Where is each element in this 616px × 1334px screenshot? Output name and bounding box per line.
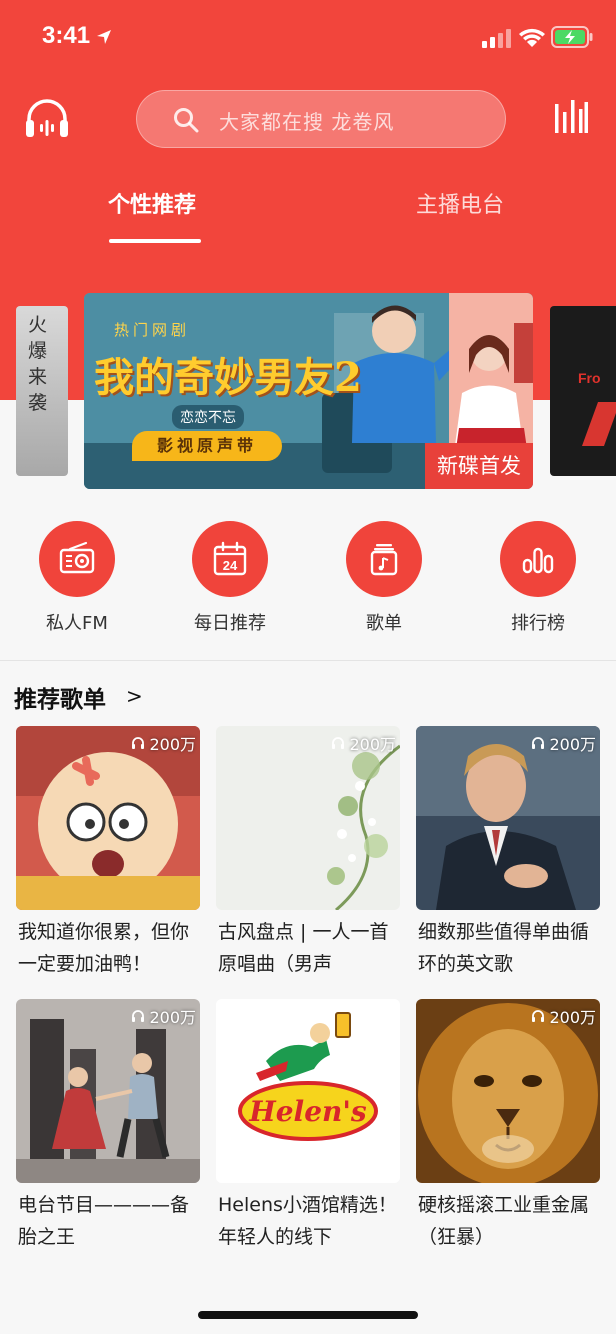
quick-entry-daily[interactable]: 24 每日推荐: [170, 521, 290, 637]
tab-recommend[interactable]: 个性推荐: [108, 187, 196, 219]
helens-logo-text: Helen's: [248, 1095, 367, 1128]
banner-next-slide[interactable]: Fro: [550, 306, 616, 476]
playlist-title: 细数那些值得单曲循环的英文歌: [418, 921, 590, 975]
playlist-card[interactable]: 200万 电台节目————备胎之王: [16, 999, 200, 1261]
search-bar[interactable]: 大家都在搜 龙卷风: [136, 90, 506, 148]
playlist-cover: 200万: [16, 999, 200, 1183]
banner-title: 我的奇妙男友2: [94, 354, 362, 401]
status-bar: 3:41: [0, 0, 616, 76]
play-count-text: 200万: [149, 735, 196, 754]
playlist-cover: Helen's: [216, 999, 400, 1183]
quick-entry-circle: [39, 521, 115, 597]
playlist-title: 我知道你很累，但你一定要加油鸭！: [18, 921, 190, 975]
playlist-title: Helens小酒馆精选！年轻人的线下: [218, 1194, 397, 1248]
cellular-signal-icon: [482, 29, 511, 48]
banner-next-accent: [581, 402, 616, 446]
play-count: 200万: [531, 732, 596, 754]
play-count: 200万: [531, 1005, 596, 1027]
play-count: 200万: [131, 732, 196, 754]
section-title[interactable]: 推荐歌单: [14, 680, 106, 714]
play-count: 200万: [331, 732, 396, 754]
quick-entry-circle: [500, 521, 576, 597]
headphone-small-icon: [132, 737, 145, 749]
banner-previous-text: 火爆来袭: [28, 314, 48, 414]
playlist-cover: 200万: [416, 999, 600, 1183]
section-more-arrow[interactable]: >: [126, 684, 143, 708]
headphone-small-icon: [532, 1010, 545, 1022]
playlist-card[interactable]: 200万 古风盘点 | 一人一首原唱曲（男声: [216, 726, 400, 988]
chart-icon: [522, 547, 554, 574]
banner-next-text: Fro: [578, 370, 601, 386]
playlist-title: 硬核摇滚工业重金属（狂暴）: [418, 1194, 590, 1248]
headphone-small-icon: [132, 1010, 145, 1022]
quick-entry-charts[interactable]: 排行榜: [478, 521, 598, 637]
headphone-small-icon: [532, 737, 545, 749]
playlist-cover: 200万: [16, 726, 200, 910]
playlist-title: 古风盘点 | 一人一首原唱曲（男声: [218, 921, 389, 975]
quick-entry-label: 歌单: [366, 613, 402, 634]
play-count-text: 200万: [549, 735, 596, 754]
banner-album-tag: 影视原声带: [132, 431, 282, 461]
radio-icon: [59, 541, 95, 574]
banner-category: 热门网剧: [114, 321, 191, 339]
home-indicator[interactable]: [198, 1311, 418, 1319]
quick-entries: 私人FM 24 每日推荐 歌单 排行榜: [0, 521, 616, 637]
playlist-cover: 200万: [216, 726, 400, 910]
banner-badge: 新碟首发: [425, 443, 533, 489]
section-divider: [0, 660, 616, 661]
battery-charging-icon: [551, 26, 593, 48]
playlist-card[interactable]: 200万 细数那些值得单曲循环的英文歌: [416, 726, 600, 988]
playlist-icon: [370, 544, 398, 576]
banner-slide[interactable]: 热门网剧 我的奇妙男友2 恋恋不忘 影视原声带 新碟首发: [84, 293, 533, 489]
play-count-text: 200万: [549, 1008, 596, 1027]
quick-entry-private-fm[interactable]: 私人FM: [17, 521, 137, 637]
location-arrow-icon: [97, 30, 111, 44]
headphone-icon[interactable]: [24, 96, 70, 140]
playlist-title: 电台节目————备胎之王: [18, 1194, 190, 1248]
now-playing-bars-icon[interactable]: [554, 100, 588, 134]
headphone-small-icon: [332, 737, 345, 749]
helens-logo-cover-art: Helen's: [216, 999, 400, 1183]
playlist-card[interactable]: 200万 硬核摇滚工业重金属（狂暴）: [416, 999, 600, 1261]
wifi-icon: [519, 28, 545, 47]
quick-entry-circle: 24: [192, 521, 268, 597]
calendar-icon: 24: [213, 541, 247, 576]
play-count: 200万: [131, 1005, 196, 1027]
calendar-date: 24: [223, 558, 238, 573]
play-count-text: 200万: [149, 1008, 196, 1027]
tab-radio[interactable]: 主播电台: [416, 187, 504, 219]
quick-entry-label: 私人FM: [46, 613, 108, 634]
status-time: 3:41: [42, 22, 91, 49]
playlist-card[interactable]: 200万 我知道你很累，但你一定要加油鸭！: [16, 726, 200, 988]
quick-entry-label: 每日推荐: [194, 613, 266, 634]
quick-entry-circle: [346, 521, 422, 597]
playlist-card[interactable]: Helen's Helens小酒馆精选！年轻人的线下: [216, 999, 400, 1261]
quick-entry-label: 排行榜: [511, 613, 565, 634]
quick-entry-playlists[interactable]: 歌单: [324, 521, 444, 637]
playlist-cover: 200万: [416, 726, 600, 910]
banner-previous-slide[interactable]: 火爆来袭: [16, 306, 68, 476]
search-icon: [174, 108, 199, 133]
banner-subtitle: 恋恋不忘: [172, 405, 244, 429]
search-placeholder: 大家都在搜 龙卷风: [219, 110, 395, 134]
play-count-text: 200万: [349, 735, 396, 754]
tab-indicator: [109, 239, 201, 243]
